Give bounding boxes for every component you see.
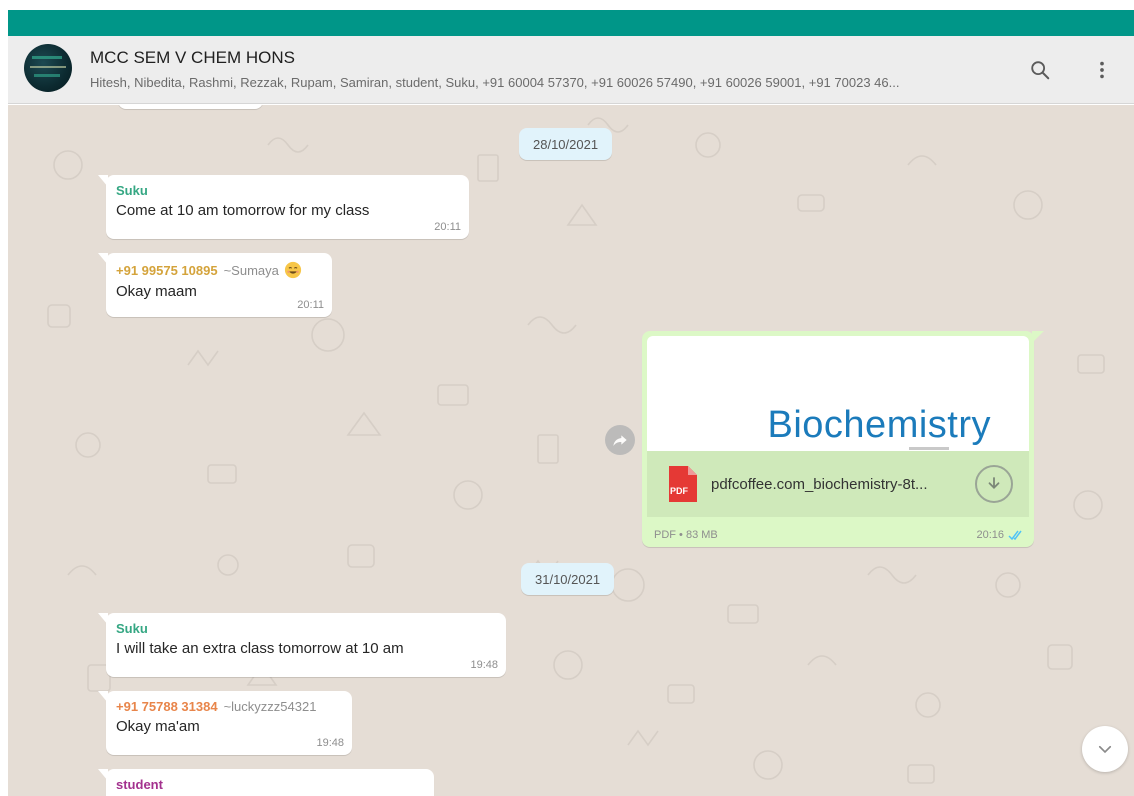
message-text: Come at 10 am tomorrow for my class [116, 202, 370, 219]
double-check-read-icon [1008, 530, 1022, 540]
message-bubble[interactable]: Suku Come at 10 am tomorrow for my class… [98, 175, 469, 239]
sender-name[interactable]: Suku [116, 183, 459, 198]
message-bubble[interactable]: +91 75788 31384 ~luckyzzz54321 Okay ma'am… [98, 691, 352, 755]
document-filename[interactable]: pdfcoffee.com_biochemistry-8t... [711, 476, 928, 493]
search-icon [1031, 61, 1050, 80]
download-button[interactable] [975, 465, 1013, 503]
sender-name[interactable]: student [116, 777, 424, 792]
group-avatar[interactable] [24, 44, 72, 92]
document-preview-title: Biochemistry [767, 404, 991, 446]
scroll-to-bottom-button[interactable] [1082, 726, 1128, 772]
menu-button[interactable] [1086, 54, 1118, 86]
download-icon [988, 477, 1000, 490]
pdf-file-icon: PDF [667, 466, 697, 502]
app-accent-bar [8, 10, 1134, 36]
chevron-down-icon [1098, 745, 1112, 754]
date-chip: 28/10/2021 [519, 128, 613, 160]
sender-alias: ~Sumaya [223, 263, 279, 278]
message-time: 20:11 [434, 221, 461, 233]
sender-phone[interactable]: +91 99575 10895 [116, 263, 218, 278]
sender-alias: ~luckyzzz54321 [223, 699, 317, 714]
search-button[interactable] [1024, 54, 1056, 86]
group-participants[interactable]: Hitesh, Nibedita, Rashmi, Rezzak, Rupam,… [90, 75, 899, 90]
message-text: Okay maam [116, 283, 197, 300]
message-text: Okay ma'am [116, 718, 200, 735]
more-vertical-icon [1100, 61, 1104, 79]
document-preview[interactable]: Biochemistry [647, 336, 1029, 451]
pdf-file-icon-label: PDF [670, 486, 688, 496]
document-meta: PDF • 83 MB [654, 529, 718, 541]
forward-arrow-icon [613, 435, 627, 446]
sender-name[interactable]: +91 99575 10895 ~Sumaya [116, 261, 322, 279]
chat-area[interactable]: 28/10/2021 Suku Come at 10 am tomorrow f… [8, 105, 1134, 796]
outgoing-document-bubble[interactable]: Biochemistry PDF pdfcoffee.com_biochemis… [642, 331, 1044, 547]
group-title[interactable]: MCC SEM V CHEM HONS [90, 48, 295, 68]
sender-name[interactable]: Suku [116, 621, 496, 636]
sender-phone[interactable]: +91 75788 31384 [116, 699, 218, 714]
smiling-face-emoji-icon [284, 261, 301, 279]
top-strip [0, 0, 1134, 10]
sender-name[interactable]: +91 75788 31384 ~luckyzzz54321 [116, 699, 342, 714]
message-bubble[interactable]: +91 99575 10895 ~Sumaya Okay maam 20:11 [98, 253, 332, 317]
forward-button[interactable] [605, 425, 635, 455]
message-time: 19:48 [316, 737, 344, 749]
message-bubble[interactable]: Suku I will take an extra class tomorrow… [98, 613, 506, 677]
document-time-status: 20:16 [976, 529, 1024, 541]
message-text: I will take an extra class tomorrow at 1… [116, 640, 404, 657]
date-chip: 31/10/2021 [521, 563, 615, 595]
message-time: 20:16 [976, 529, 1004, 541]
chat-header[interactable]: MCC SEM V CHEM HONS Hitesh, Nibedita, Ra… [8, 36, 1134, 104]
message-bubble[interactable]: student [98, 769, 434, 796]
message-time: 19:48 [470, 659, 498, 671]
message-bubble-partial[interactable] [118, 105, 263, 109]
message-time: 20:11 [297, 299, 324, 311]
document-file-row[interactable]: PDF pdfcoffee.com_biochemistry-8t... [647, 451, 1029, 517]
